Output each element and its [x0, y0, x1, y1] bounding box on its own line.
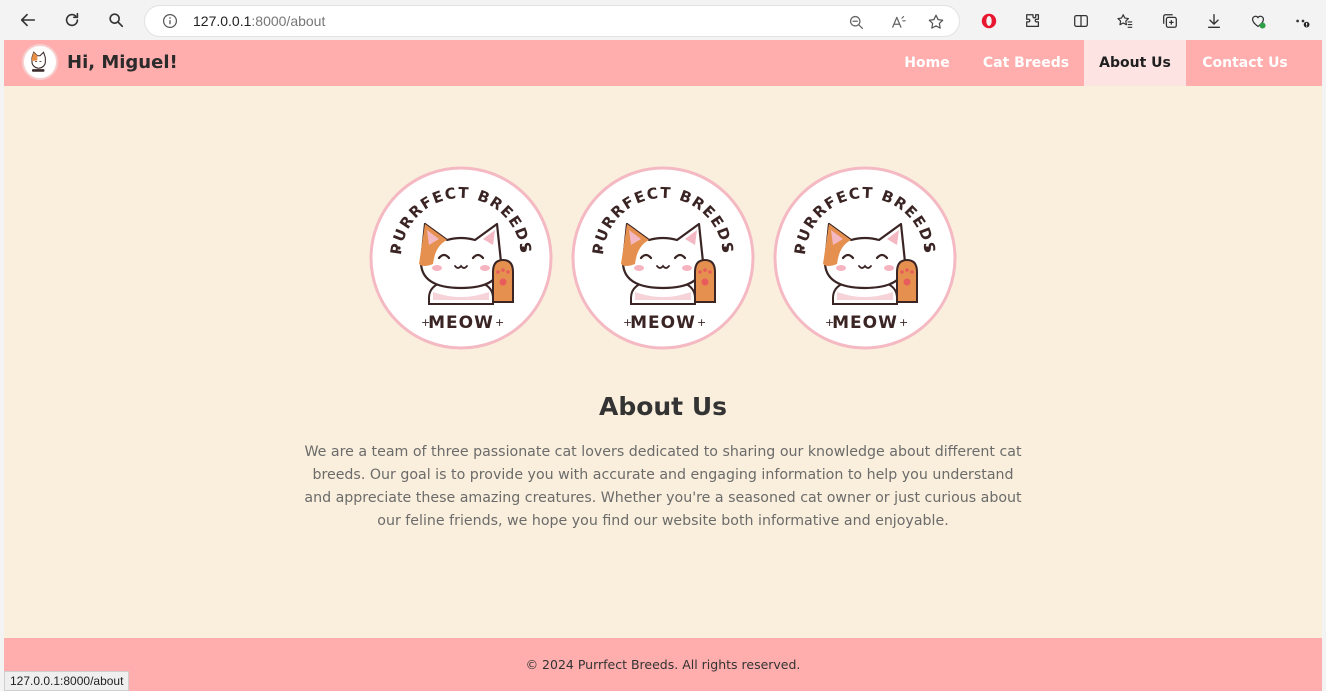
svg-text:MEOW: MEOW — [630, 313, 696, 333]
nav-home[interactable]: Home — [897, 40, 957, 86]
info-icon[interactable] — [161, 12, 179, 30]
site-footer: © 2024 Purrfect Breeds. All rights reser… — [4, 638, 1322, 691]
svg-text:MEOW: MEOW — [832, 313, 898, 333]
favorite-star-icon[interactable] — [923, 9, 949, 35]
nav-contact-us[interactable]: Contact Us — [1193, 40, 1297, 86]
page-title: About Us — [598, 392, 728, 421]
more-icon[interactable] — [1290, 8, 1316, 34]
svg-text:MEOW: MEOW — [428, 313, 494, 333]
address-bar[interactable]: 127.0.0.1:8000/about — [144, 5, 960, 37]
svg-text:+: + — [825, 316, 834, 329]
split-screen-icon[interactable] — [1068, 8, 1094, 34]
site-navbar: Hi, Miguel! Home Cat Breeds About Us Con… — [4, 40, 1322, 86]
cat-badge-art: PURRFECT BREEDS MEOW + + — [369, 166, 553, 350]
about-paragraph: We are a team of three passionate cat lo… — [304, 444, 1022, 529]
greeting-text: Hi, Miguel! — [67, 52, 178, 73]
svg-text:+: + — [495, 316, 504, 329]
nav-about-us[interactable]: About Us — [1084, 40, 1186, 86]
refresh-icon[interactable] — [57, 5, 87, 35]
download-icon[interactable] — [1201, 8, 1227, 34]
team-member-image-1: PURRFECT BREEDS MEOW + + — [369, 166, 553, 350]
page-viewport: Hi, Miguel! Home Cat Breeds About Us Con… — [4, 40, 1322, 691]
url-text[interactable]: 127.0.0.1:8000/about — [193, 13, 325, 29]
zoom-out-icon[interactable] — [843, 9, 869, 35]
extensions-icon[interactable] — [1020, 8, 1046, 34]
back-icon[interactable] — [13, 5, 43, 35]
team-member-image-3: PURRFECT BREEDS MEOW + + — [773, 166, 957, 350]
svg-text:+: + — [899, 316, 908, 329]
team-member-image-2: PURRFECT BREEDS MEOW + + — [571, 166, 755, 350]
cat-badge-art: PURRFECT BREEDS MEOW + + — [773, 166, 957, 350]
status-bar-url: 127.0.0.1:8000/about — [4, 671, 130, 691]
collections-icon[interactable] — [1157, 8, 1183, 34]
search-icon[interactable] — [101, 5, 131, 35]
site-logo[interactable] — [22, 44, 58, 80]
cat-badge-art: PURRFECT BREEDS MEOW + + — [571, 166, 755, 350]
footer-copyright: © 2024 Purrfect Breeds. All rights reser… — [525, 657, 801, 672]
favorites-icon[interactable] — [1112, 8, 1138, 34]
health-icon[interactable] — [1245, 8, 1271, 34]
svg-text:+: + — [421, 316, 430, 329]
svg-text:+: + — [697, 316, 706, 329]
opera-icon[interactable] — [976, 8, 1002, 34]
nav-cat-breeds[interactable]: Cat Breeds — [976, 40, 1076, 86]
svg-text:+: + — [623, 316, 632, 329]
browser-toolbar: 127.0.0.1:8000/about — [0, 0, 1326, 40]
read-aloud-icon[interactable] — [885, 9, 911, 35]
